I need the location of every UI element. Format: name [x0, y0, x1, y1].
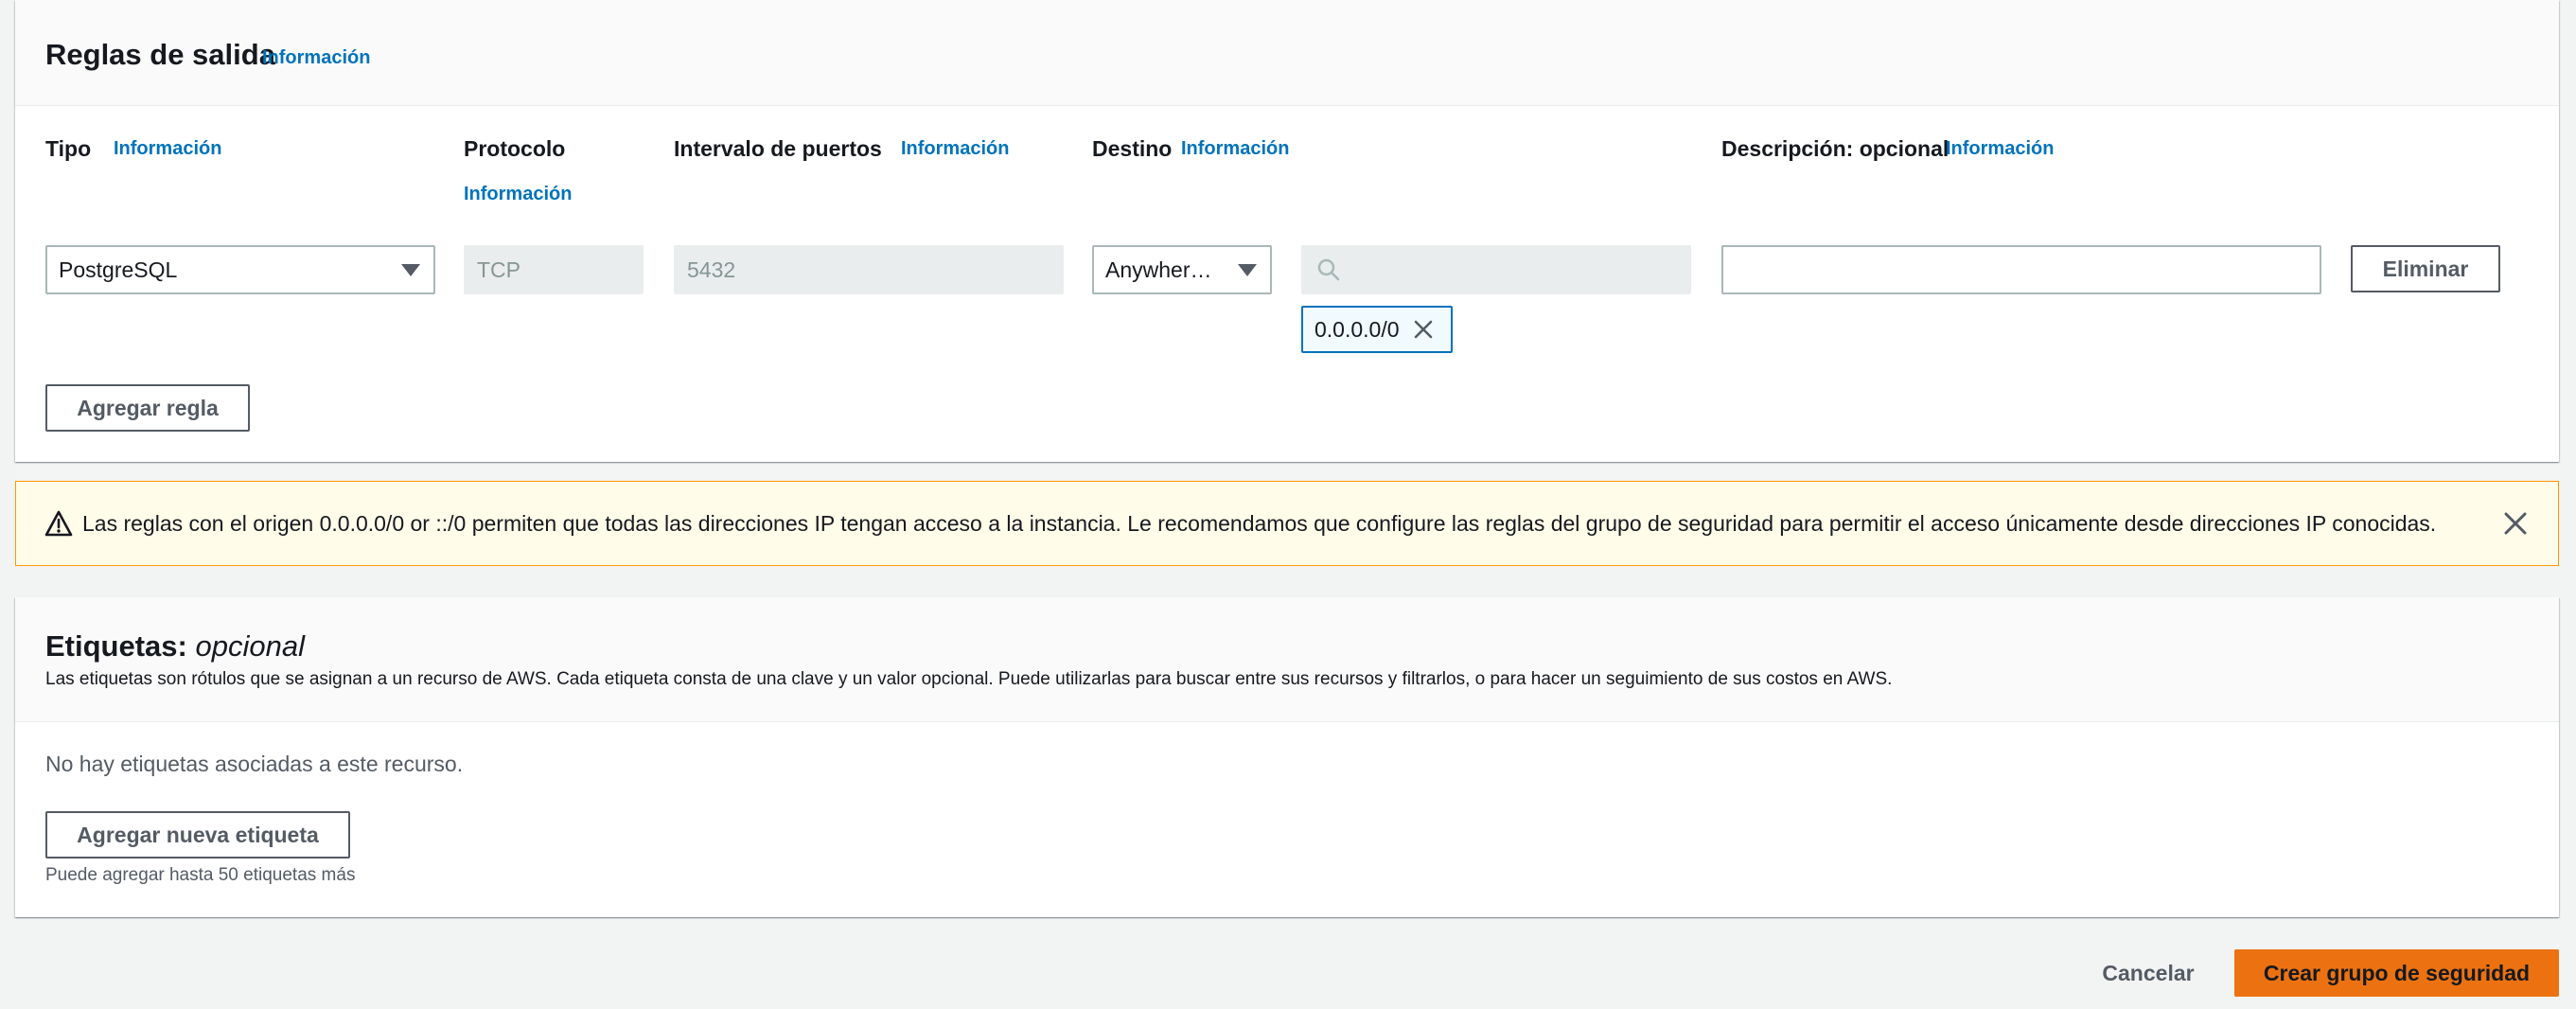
column-type-label: Tipo — [45, 136, 92, 161]
tags-title-optional: opcional — [195, 629, 305, 663]
column-destination-label: Destino — [1092, 136, 1173, 161]
outbound-rules-header: Reglas de salida Información — [15, 0, 2559, 106]
protocol-value: TCP — [477, 257, 520, 282]
column-description-label: Descripción: opcional — [1721, 136, 1950, 161]
tags-description: Las etiquetas son rótulos que se asignan… — [45, 669, 1893, 689]
outbound-rules-panel: Reglas de salida Información Tipo Inform… — [15, 0, 2559, 462]
destination-token: 0.0.0.0/0 — [1301, 306, 1453, 353]
column-protocol-label: Protocolo — [464, 136, 566, 161]
open-access-warning: Las reglas con el origen 0.0.0.0/0 or ::… — [15, 481, 2559, 566]
add-tag-label: Agregar nueva etiqueta — [77, 822, 319, 847]
tags-limit-hint: Puede agregar hasta 50 etiquetas más — [45, 865, 356, 885]
add-tag-button[interactable]: Agregar nueva etiqueta — [45, 811, 350, 859]
warning-text: Las reglas con el origen 0.0.0.0/0 or ::… — [82, 511, 2437, 536]
create-security-group-button[interactable]: Crear grupo de seguridad — [2234, 949, 2559, 997]
close-icon[interactable] — [1413, 319, 1434, 340]
destination-type-select[interactable]: Anywher… — [1092, 245, 1272, 294]
cancel-label: Cancelar — [2102, 960, 2195, 985]
type-info-link[interactable]: Información — [114, 138, 221, 160]
delete-rule-label: Eliminar — [2382, 256, 2469, 281]
column-port-range-label: Intervalo de puertos — [674, 136, 882, 161]
description-info-link[interactable]: Información — [1946, 138, 2054, 160]
tags-panel: Etiquetas: opcional Las etiquetas son ró… — [15, 597, 2559, 917]
destination-type-value: Anywher… — [1105, 257, 1212, 282]
tags-title: Etiquetas: opcional — [45, 629, 305, 664]
tags-empty-message: No hay etiquetas asociadas a este recurs… — [45, 752, 464, 776]
outbound-rules-title: Reglas de salida — [45, 38, 275, 71]
tags-title-label: Etiquetas: — [45, 629, 187, 663]
caret-down-icon — [401, 264, 420, 276]
tags-header: Etiquetas: opcional Las etiquetas son ró… — [15, 597, 2559, 722]
destination-search-input[interactable] — [1301, 245, 1691, 294]
outbound-rules-info-link[interactable]: Información — [262, 47, 370, 69]
add-rule-label: Agregar regla — [77, 395, 219, 420]
create-security-group-label: Crear grupo de seguridad — [2263, 960, 2531, 985]
description-input[interactable] — [1721, 245, 2321, 294]
port-range-value: 5432 — [687, 257, 736, 282]
port-range-info-link[interactable]: Información — [901, 138, 1009, 160]
destination-info-link[interactable]: Información — [1181, 138, 1289, 160]
type-select[interactable]: PostgreSQL — [45, 245, 435, 294]
caret-down-icon — [1238, 264, 1257, 276]
close-icon[interactable] — [2503, 511, 2528, 536]
add-rule-button[interactable]: Agregar regla — [45, 384, 250, 432]
delete-rule-button[interactable]: Eliminar — [2351, 245, 2500, 292]
destination-token-label: 0.0.0.0/0 — [1314, 316, 1400, 342]
protocol-info-link[interactable]: Información — [464, 184, 572, 205]
warning-icon — [44, 510, 73, 537]
port-range-field: 5432 — [674, 245, 1064, 294]
search-icon — [1317, 258, 1340, 281]
protocol-field: TCP — [464, 245, 644, 294]
cancel-button[interactable]: Cancelar — [2091, 949, 2205, 997]
type-select-value: PostgreSQL — [59, 257, 178, 282]
